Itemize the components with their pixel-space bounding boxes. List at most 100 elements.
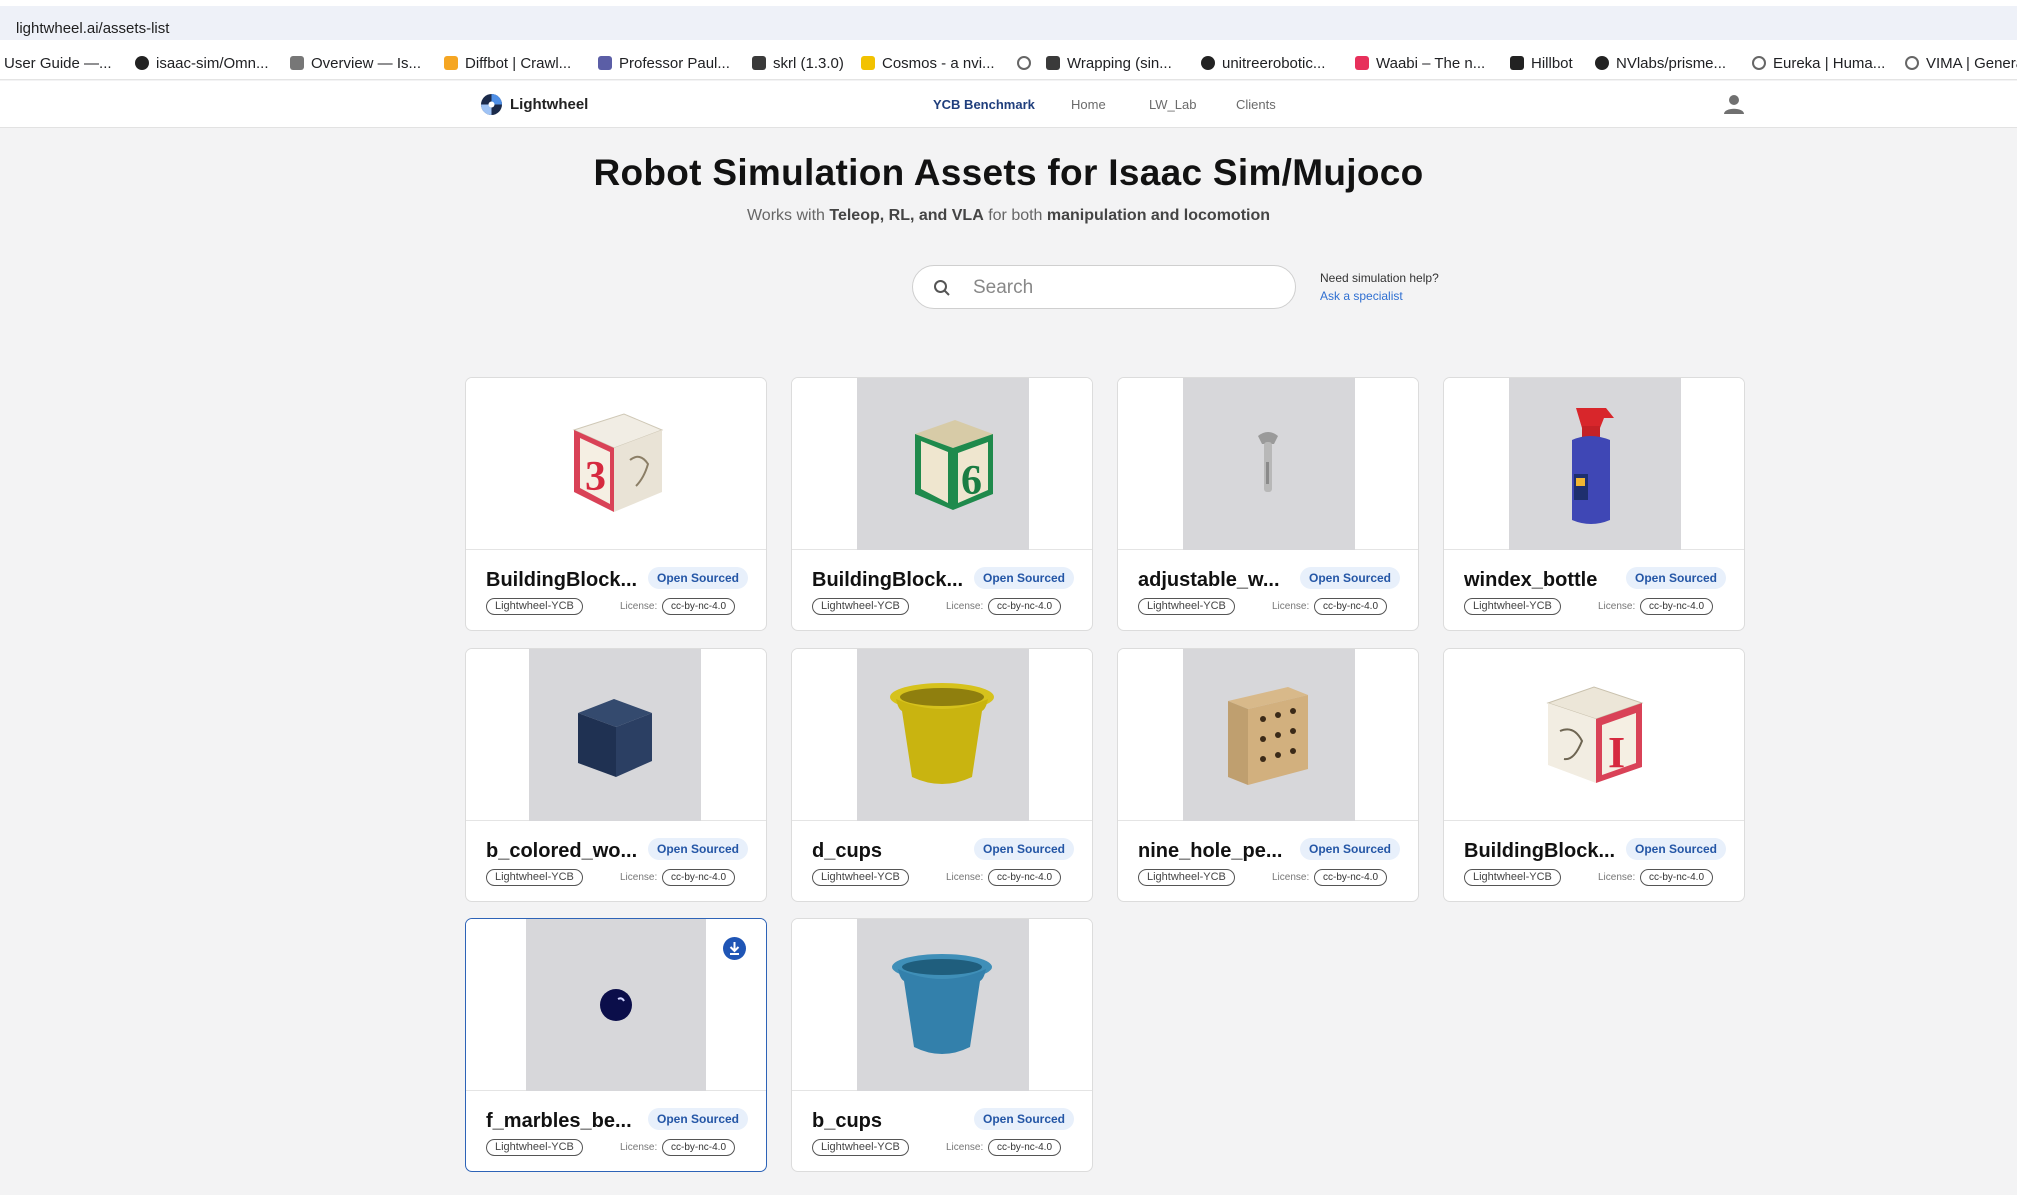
- license-label: License:: [620, 601, 658, 612]
- license-badge: cc-by-nc-4.0: [1314, 869, 1388, 886]
- license-badge: cc-by-nc-4.0: [988, 1139, 1062, 1156]
- subtitle-text-mid: for both: [983, 207, 1047, 224]
- license-label: License:: [620, 872, 658, 883]
- license-badge: cc-by-nc-4.0: [662, 1139, 736, 1156]
- bookmark-label: unitreerobotic...: [1222, 54, 1326, 72]
- collection-tag[interactable]: Lightwheel-YCB: [1464, 598, 1561, 615]
- bookmark-label: Waabi – The n...: [1376, 54, 1486, 72]
- bookmark-item[interactable]: skrl (1.3.0): [752, 53, 844, 73]
- nav-clients[interactable]: Clients: [1236, 97, 1276, 112]
- asset-thumbnail[interactable]: [792, 649, 1092, 821]
- asset-card[interactable]: b_cups Open Sourced Lightwheel-YCB License:…: [791, 918, 1093, 1172]
- bookmark-label: Wrapping (sin...: [1067, 54, 1172, 72]
- search-bar[interactable]: [912, 265, 1296, 309]
- collection-tag[interactable]: Lightwheel-YCB: [1138, 598, 1235, 615]
- bookmark-item[interactable]: isaac-sim/Omn...: [135, 53, 269, 73]
- license-label: License:: [1598, 872, 1636, 883]
- bookmarks-bar: User Guide —... isaac-sim/Omn... Overview …: [0, 44, 2017, 80]
- asset-name[interactable]: d_cups: [812, 840, 972, 863]
- collection-tag[interactable]: Lightwheel-YCB: [812, 869, 909, 886]
- url-text[interactable]: lightwheel.ai/assets-list: [16, 20, 169, 37]
- search-icon: [933, 279, 951, 297]
- bookmark-item[interactable]: Overview — Is...: [290, 53, 421, 73]
- asset-name[interactable]: f_marbles_be...: [486, 1110, 646, 1133]
- wrench-image: [1248, 428, 1288, 503]
- asset-card[interactable]: adjustable_w... Open Sourced Lightwheel-YC…: [1117, 377, 1419, 631]
- asset-thumbnail[interactable]: [792, 919, 1092, 1091]
- subtitle-emphasis-2: manipulation and locomotion: [1046, 207, 1271, 224]
- bookmark-item[interactable]: User Guide —...: [4, 53, 112, 73]
- asset-card[interactable]: 3 BuildingBlock... Open Sourced Lightwheel…: [465, 377, 767, 631]
- bookmark-item[interactable]: Eureka | Huma...: [1752, 53, 1885, 73]
- asset-name[interactable]: BuildingBlock...: [812, 569, 972, 592]
- bookmark-item[interactable]: Professor Paul...: [598, 53, 730, 73]
- asset-name[interactable]: b_colored_wo...: [486, 840, 646, 863]
- hillbot-icon: [1510, 56, 1524, 70]
- spray-bottle-image: [1554, 402, 1634, 537]
- bookmark-item[interactable]: NVlabs/prisme...: [1595, 53, 1726, 73]
- asset-name[interactable]: b_cups: [812, 1110, 972, 1133]
- asset-thumbnail[interactable]: [466, 919, 766, 1091]
- asset-thumbnail[interactable]: I: [1444, 649, 1744, 821]
- app-header: Lightwheel YCB Benchmark Home LW_Lab Cli…: [0, 81, 2017, 128]
- bookmark-item[interactable]: unitreerobotic...: [1201, 53, 1325, 73]
- shield-icon: [598, 56, 612, 70]
- skrl-icon: [752, 56, 766, 70]
- bookmark-item[interactable]: Cosmos - a nvi...: [861, 53, 995, 73]
- asset-thumbnail[interactable]: [1118, 378, 1418, 550]
- open-sourced-badge: Open Sourced: [648, 838, 749, 860]
- bookmark-item[interactable]: Diffbot | Crawl...: [444, 53, 571, 73]
- bookmark-label: isaac-sim/Omn...: [156, 54, 269, 72]
- license-label: License:: [946, 872, 984, 883]
- search-input[interactable]: [973, 274, 1273, 302]
- address-bar[interactable]: lightwheel.ai/assets-list: [0, 6, 2017, 40]
- asset-thumbnail[interactable]: [1118, 649, 1418, 821]
- asset-card[interactable]: I BuildingBlock... Open Sourced Lightwheel-…: [1443, 648, 1745, 902]
- download-icon[interactable]: [723, 937, 746, 960]
- waabi-icon: [1355, 56, 1369, 70]
- user-account-icon[interactable]: [1723, 93, 1745, 115]
- ask-specialist-link[interactable]: Ask a specialist: [1320, 289, 1439, 303]
- bookmark-label: User Guide —...: [4, 54, 112, 72]
- bookmark-item[interactable]: VIMA | Genera...: [1905, 53, 2017, 73]
- collection-tag[interactable]: Lightwheel-YCB: [486, 1139, 583, 1156]
- asset-name[interactable]: windex_bottle: [1464, 569, 1624, 592]
- asset-thumbnail[interactable]: [1444, 378, 1744, 550]
- asset-name[interactable]: BuildingBlock...: [486, 569, 646, 592]
- asset-card[interactable]: nine_hole_pe... Open Sourced Lightwheel-YC…: [1117, 648, 1419, 902]
- collection-tag[interactable]: Lightwheel-YCB: [486, 598, 583, 615]
- asset-card[interactable]: 6 BuildingBlock... Open Sourced Lightwheel-…: [791, 377, 1093, 631]
- asset-card[interactable]: windex_bottle Open Sourced Lightwheel-YCB L…: [1443, 377, 1745, 631]
- bookmark-item[interactable]: Wrapping (sin...: [1046, 53, 1172, 73]
- nav-lw-lab[interactable]: LW_Lab: [1149, 97, 1196, 112]
- open-sourced-badge: Open Sourced: [1626, 567, 1727, 589]
- bookmark-label: skrl (1.3.0): [773, 54, 844, 72]
- nav-home[interactable]: Home: [1071, 97, 1106, 112]
- asset-name[interactable]: nine_hole_pe...: [1138, 840, 1298, 863]
- asset-thumbnail[interactable]: [466, 649, 766, 821]
- bookmark-label: Professor Paul...: [619, 54, 730, 72]
- collection-tag[interactable]: Lightwheel-YCB: [812, 1139, 909, 1156]
- asset-card[interactable]: d_cups Open Sourced Lightwheel-YCB License:…: [791, 648, 1093, 902]
- bookmark-label: Eureka | Huma...: [1773, 54, 1886, 72]
- bookmark-item[interactable]: Hillbot: [1510, 53, 1573, 73]
- subtitle-text: Works with: [746, 207, 830, 224]
- brand-logo[interactable]: Lightwheel: [480, 93, 588, 116]
- nav-ycb-benchmark[interactable]: YCB Benchmark: [933, 97, 1035, 112]
- collection-tag[interactable]: Lightwheel-YCB: [1464, 869, 1561, 886]
- license-badge: cc-by-nc-4.0: [662, 598, 736, 615]
- asset-name[interactable]: adjustable_w...: [1138, 569, 1298, 592]
- collection-tag[interactable]: Lightwheel-YCB: [812, 598, 909, 615]
- collection-tag[interactable]: Lightwheel-YCB: [486, 869, 583, 886]
- asset-card[interactable]: b_colored_wo... Open Sourced Lightwheel-YC…: [465, 648, 767, 902]
- browser-url-bar[interactable]: lightwheel.ai/assets-list: [0, 0, 2017, 44]
- asset-thumbnail[interactable]: 6: [792, 378, 1092, 550]
- open-sourced-badge: Open Sourced: [974, 838, 1075, 860]
- bookmark-item[interactable]: Waabi – The n...: [1355, 53, 1485, 73]
- asset-card[interactable]: f_marbles_be... Open Sourced Lightwheel-YC…: [465, 918, 767, 1172]
- bookmark-item[interactable]: [1017, 53, 1038, 73]
- asset-thumbnail[interactable]: 3: [466, 378, 766, 550]
- asset-name[interactable]: BuildingBlock...: [1464, 840, 1624, 863]
- bookmark-label: Cosmos - a nvi...: [882, 54, 995, 72]
- collection-tag[interactable]: Lightwheel-YCB: [1138, 869, 1235, 886]
